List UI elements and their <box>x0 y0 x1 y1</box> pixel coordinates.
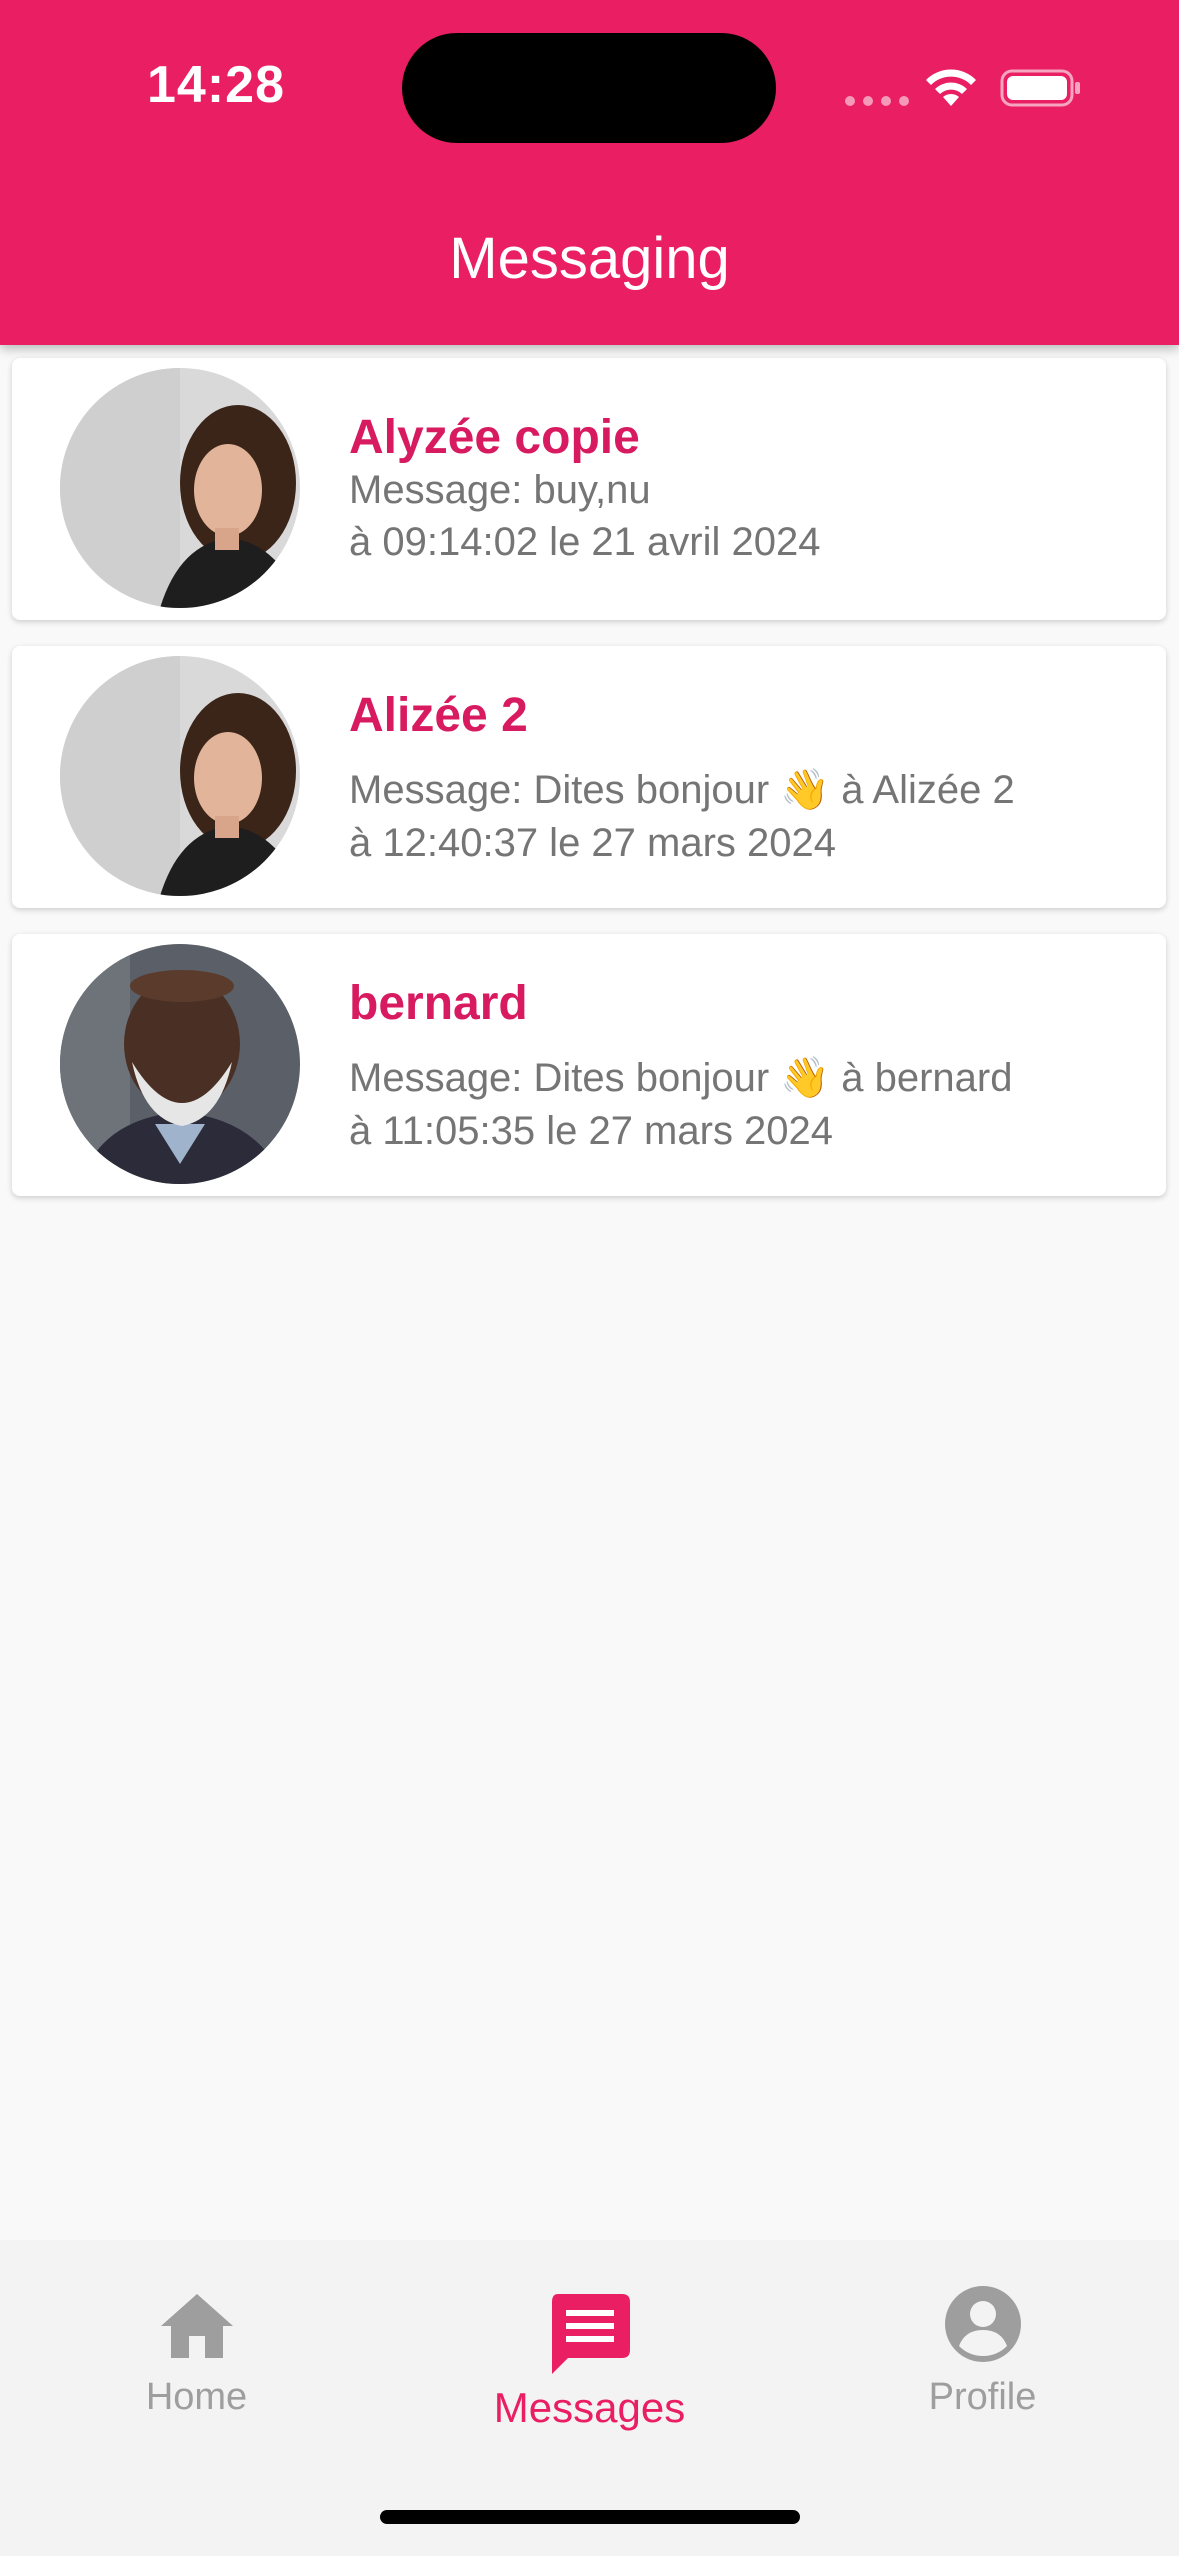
status-time: 14:28 <box>147 56 285 114</box>
nav-item-messages[interactable]: Messages <box>393 2240 786 2460</box>
home-icon <box>160 2294 233 2358</box>
app-bar: 14:28 Messaging <box>0 0 1179 345</box>
young-woman-avatar <box>60 656 300 896</box>
young-woman-avatar <box>60 368 300 608</box>
older-man-avatar <box>60 944 300 1184</box>
contact-name: bernard <box>349 977 528 1030</box>
contact-name: Alizée 2 <box>349 689 528 742</box>
last-message: Message: Dites bonjour 👋 à bernard <box>349 1056 1013 1100</box>
wifi-icon <box>926 69 976 106</box>
message-timestamp: à 12:40:37 le 27 mars 2024 <box>349 821 837 865</box>
message-timestamp: à 11:05:35 le 27 mars 2024 <box>349 1109 834 1153</box>
last-message: Message: Dites bonjour 👋 à Alizée 2 <box>349 768 1015 812</box>
page-title: Messaging <box>449 226 730 291</box>
last-message: Message: buy,nu <box>349 468 651 512</box>
home-indicator <box>380 2510 800 2524</box>
message-timestamp: à 09:14:02 le 21 avril 2024 <box>349 520 821 564</box>
bottom-navigation: Home Messages Profile <box>0 2240 1179 2556</box>
cellular-signal-icon <box>845 96 909 106</box>
conversation-card[interactable]: Alizée 2 Message: Dites bonjour 👋 à Aliz… <box>12 646 1166 908</box>
chat-icon <box>551 2294 630 2374</box>
battery-icon <box>1000 69 1080 107</box>
nav-label-messages: Messages <box>493 2384 686 2431</box>
nav-label-home: Home <box>145 2376 248 2418</box>
contact-name: Alyzée copie <box>349 411 640 464</box>
dynamic-island <box>402 33 776 143</box>
conversation-card[interactable]: Alyzée copie Message: buy,nu à 09:14:02 … <box>12 358 1166 620</box>
conversation-list: Alyzée copie Message: buy,nu à 09:14:02 … <box>12 358 1166 1222</box>
nav-label-profile: Profile <box>928 2376 1037 2418</box>
account-circle-icon <box>944 2286 1021 2362</box>
nav-item-home[interactable]: Home <box>0 2240 393 2460</box>
nav-item-profile[interactable]: Profile <box>786 2240 1179 2460</box>
conversation-card[interactable]: bernard Message: Dites bonjour 👋 à berna… <box>12 934 1166 1196</box>
